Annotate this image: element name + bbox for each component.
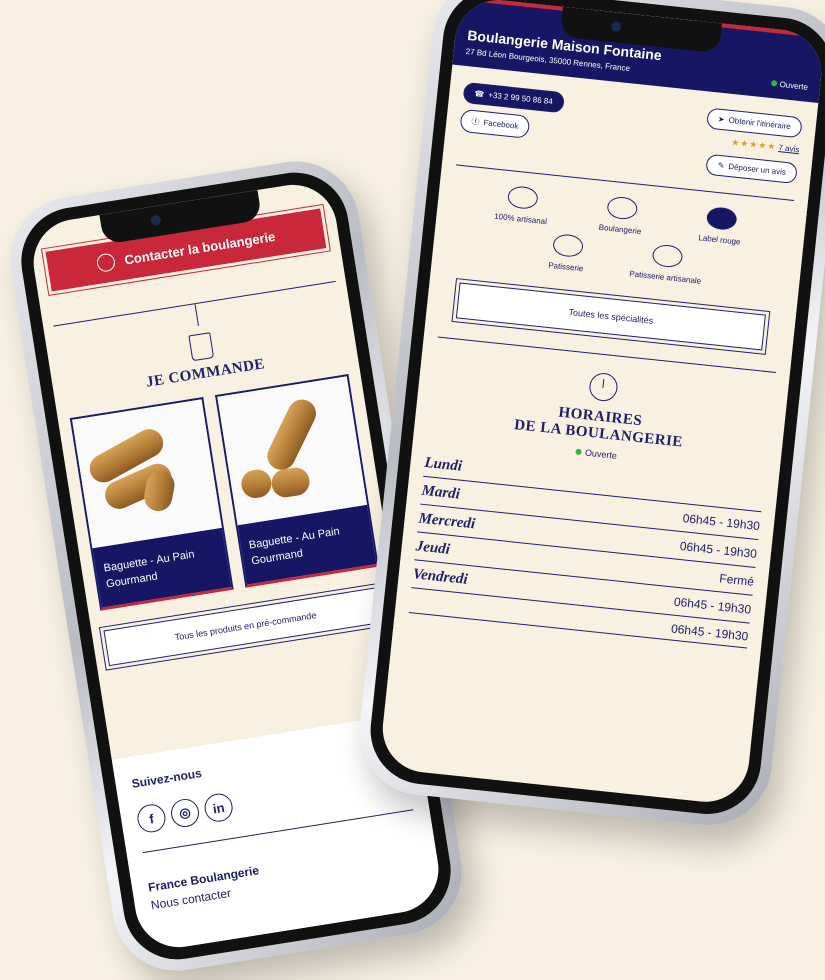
- pencil-icon: ✎: [717, 160, 725, 171]
- specialty-item: Patisserie artisanale: [625, 241, 708, 286]
- open-status: Ouverte: [770, 79, 808, 92]
- shopping-bag-icon: [188, 332, 215, 362]
- phone-icon: ☎: [473, 89, 485, 99]
- product-cards: Baguette - Au Pain Gourmand Baguette - A…: [58, 372, 391, 612]
- facebook-icon: ⓕ: [471, 116, 480, 127]
- right-phone-screen: Boulangerie Maison Fontaine 27 Bd Léon B…: [378, 0, 825, 807]
- product-card[interactable]: Baguette - Au Pain Gourmand: [69, 397, 234, 611]
- specialties-list: 100% artisanal Boulangerie Label rouge P…: [432, 164, 808, 296]
- label-rouge-icon: [705, 206, 738, 232]
- product-card[interactable]: Baguette - Au Pain Gourmand: [215, 374, 379, 588]
- all-specialties-button[interactable]: Toutes les spécialités: [451, 274, 770, 359]
- navigation-arrow-icon: ➤: [717, 114, 726, 125]
- specialty-item: Label rouge: [679, 203, 762, 248]
- facebook-icon[interactable]: f: [135, 802, 168, 835]
- specialty-item: Boulangerie: [580, 193, 663, 238]
- linkedin-icon[interactable]: in: [202, 791, 235, 824]
- specialty-item: Patisserie: [526, 230, 609, 275]
- product-image: [217, 376, 368, 526]
- itinerary-button[interactable]: ➤ Obtenir l'itinéraire: [705, 107, 803, 139]
- instagram-icon[interactable]: ◎: [168, 796, 202, 830]
- right-phone: Boulangerie Maison Fontaine 27 Bd Léon B…: [353, 0, 825, 832]
- reviews-link[interactable]: 7 avis: [778, 143, 800, 154]
- bread-icon: [606, 195, 639, 221]
- divider-stem: [194, 304, 199, 327]
- product-image: [72, 399, 222, 549]
- right-phone-bezel: Boulangerie Maison Fontaine 27 Bd Léon B…: [365, 0, 825, 820]
- cupcake-icon: [551, 233, 585, 259]
- phone-icon: [95, 252, 117, 273]
- camera-icon: [150, 214, 162, 226]
- camera-icon: [610, 20, 622, 32]
- specialty-item: 100% artisanal: [480, 182, 563, 227]
- status-dot-icon: [575, 448, 583, 456]
- pastry-icon: [651, 243, 684, 269]
- opening-hours-table: Lundi Mardi 06h45 - 19h30 Mercredi 06h45 -…: [394, 439, 779, 657]
- croissant-icon: [506, 185, 539, 211]
- clock-icon: [588, 371, 619, 403]
- status-dot-icon: [770, 79, 777, 87]
